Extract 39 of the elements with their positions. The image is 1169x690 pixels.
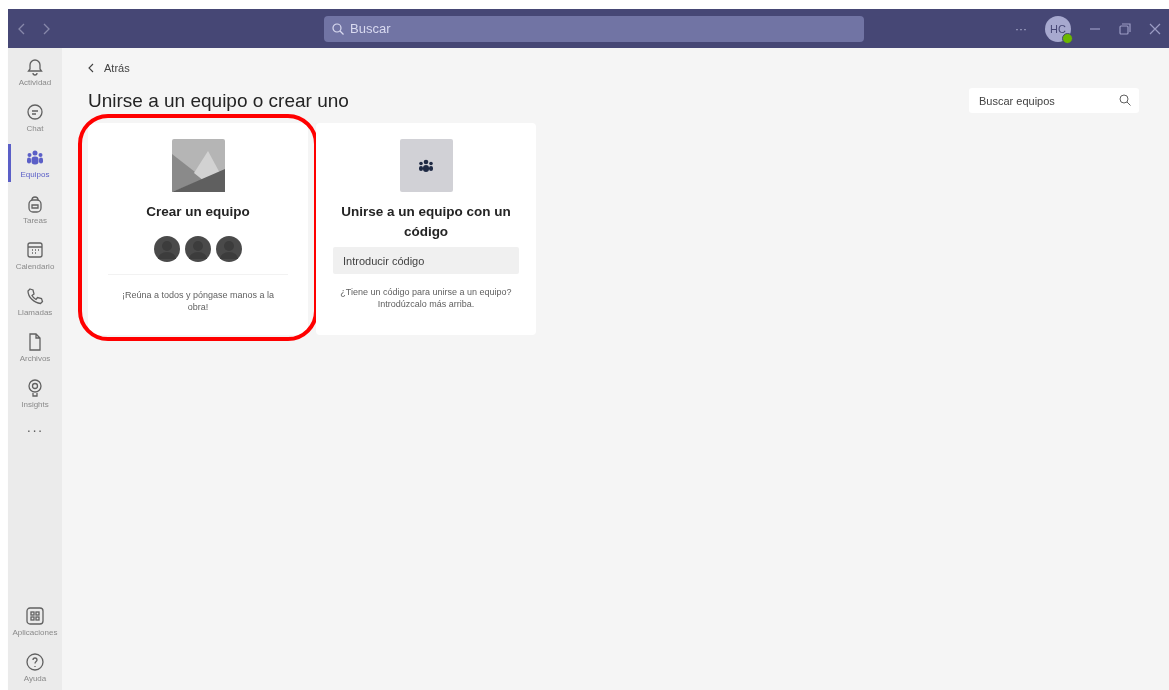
sidebar-item[interactable]: Tareas [8,186,62,232]
back-link[interactable]: Atrás [88,62,130,74]
person-avatar-icon [216,236,242,262]
image-placeholder-icon [171,139,225,192]
sidebar-item[interactable]: Aplicaciones [8,598,62,644]
page-title: Unirse a un equipo o crear uno [88,89,349,112]
person-avatar-icon [154,236,180,262]
search-teams-field[interactable]: Buscar equipos [969,88,1139,113]
chat-icon [25,101,45,122]
search-field[interactable]: Buscar [324,15,864,42]
chevron-left-icon [88,63,94,73]
card-title: Crear un equipo [145,203,251,221]
sidebar-item[interactable]: Chat [8,94,62,140]
help-icon [25,651,45,672]
sidebar-item[interactable]: Insights [8,370,62,416]
bag-icon [25,193,45,214]
teams-icon [399,139,453,192]
more-apps-button[interactable]: ··· [26,422,44,438]
sidebar-item[interactable]: Calendario [8,232,62,278]
apps-icon [25,605,45,626]
user-avatar[interactable]: HC [1045,15,1071,42]
card-description: ¡Reúna a todos y póngase manos a la obra! [120,289,276,313]
code-input-field[interactable]: Introducir código [333,247,519,274]
bulb-icon [25,377,45,398]
sidebar-item[interactable]: Archivos [8,324,62,370]
search-icon [332,22,344,35]
sidebar-item[interactable]: Ayuda [8,644,62,690]
card-description: ¿Tiene un código para unirse a un equipo? Introdúzcalo más arriba. [339,286,513,310]
close-icon[interactable] [1149,22,1161,35]
phone-icon [25,285,45,306]
sidebar-item[interactable]: Equipos [8,140,62,186]
search-icon [1119,94,1131,106]
person-avatar-icon [185,236,211,262]
sidebar-item[interactable]: Actividad [8,48,62,94]
calendar-icon [25,239,45,260]
sidebar-item[interactable]: Llamadas [8,278,62,324]
card-title: Unirse a un equipo con un código [340,203,512,241]
more-options-button[interactable]: ··· [1015,21,1027,36]
restore-icon[interactable] [1119,22,1131,35]
